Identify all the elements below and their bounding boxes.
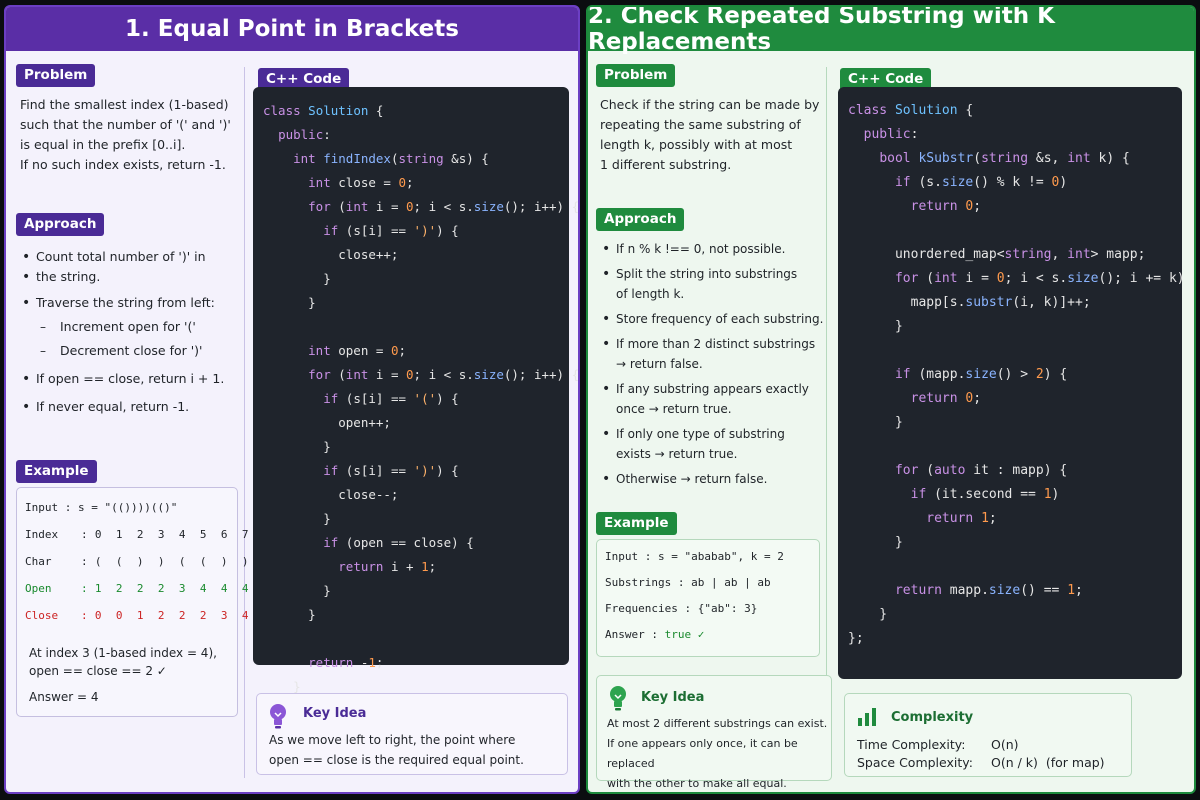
approach-item: If n % k !== 0, not possible. xyxy=(598,239,824,259)
example-cell: ) xyxy=(157,555,165,568)
approach-label: Approach xyxy=(16,213,105,236)
example-cell: 2 xyxy=(115,582,123,595)
problem-label: Problem xyxy=(16,64,96,87)
key-idea-title: Key Idea xyxy=(303,706,367,721)
example-box: Input : s = "(())))(()" Index: 01234567 … xyxy=(16,487,248,717)
example-cell: 5 xyxy=(199,528,207,541)
key-idea-box: Key Idea As we move left to right, the p… xyxy=(256,693,568,775)
approach-item: Split the string into substringsof lengt… xyxy=(598,264,824,304)
key-idea-text: At most 2 different substrings can exist… xyxy=(607,717,828,790)
example-cell: 4 xyxy=(220,582,228,595)
time-complexity-row: Time Complexity: O(n) xyxy=(857,737,1019,752)
approach-item: If open == close, return i + 1. xyxy=(18,369,242,389)
example-open-row: Open: 12223444 xyxy=(25,575,256,602)
approach-item: Otherwise → return false. xyxy=(598,469,824,489)
approach-item: the string. xyxy=(18,267,242,287)
example-cell: 1 xyxy=(94,582,102,595)
example-cell: ) xyxy=(220,555,228,568)
example-cell: ( xyxy=(178,555,186,568)
example-box: Input : s = "ababab", k = 2 Substrings :… xyxy=(596,539,820,657)
example-cell: 3 xyxy=(178,582,186,595)
space-complexity-row: Space Complexity: O(n / k) (for map) xyxy=(857,755,1105,770)
example-index-row: Index: 01234567 xyxy=(25,521,256,548)
problem-text: Find the smallest index (1-based) such t… xyxy=(20,97,231,172)
bar-chart-icon xyxy=(858,708,876,726)
example-cell: 0 xyxy=(94,609,102,622)
problem-label: Problem xyxy=(596,64,676,87)
example-label: Example xyxy=(16,460,97,483)
approach-item: If any substring appears exactlyonce → r… xyxy=(598,379,824,419)
example-cell: 1 xyxy=(136,609,144,622)
example-close-row: Close: 00122234 xyxy=(25,602,256,629)
approach-list: Count total number of ')' in the string.… xyxy=(18,247,242,417)
example-cell: ( xyxy=(94,555,102,568)
code-block: class Solution { public: int findIndex(s… xyxy=(253,87,578,718)
approach-item: If only one type of substringexists → re… xyxy=(598,424,824,464)
example-frequencies-row: Frequencies : {"ab": 3} xyxy=(605,602,758,615)
example-cell: ( xyxy=(115,555,123,568)
example-char-row: Char: (())(()) xyxy=(25,548,256,575)
approach-item: Traverse the string from left: xyxy=(18,293,242,313)
complexity-title: Complexity xyxy=(891,710,974,725)
code-lines: class Solution { public: int findIndex(s… xyxy=(263,103,580,718)
example-cell: 3 xyxy=(220,609,228,622)
example-cell: 2 xyxy=(178,609,186,622)
example-cell: 3 xyxy=(157,528,165,541)
example-answer-row: Answer : true ✓ xyxy=(605,628,705,641)
panel-title: 1. Equal Point in Brackets xyxy=(6,7,578,51)
example-cell: 6 xyxy=(220,528,228,541)
example-cell: 4 xyxy=(178,528,186,541)
example-cell: ) xyxy=(136,555,144,568)
key-idea-title: Key Idea xyxy=(641,690,705,705)
code-lines: class Solution { public: bool kSubstr(st… xyxy=(848,103,1196,646)
panel-repeated-substring: 2. Check Repeated Substring with K Repla… xyxy=(586,5,1196,794)
example-cell: 0 xyxy=(115,609,123,622)
example-cell: ( xyxy=(199,555,207,568)
complexity-box: Complexity Time Complexity: O(n) Space C… xyxy=(844,693,1132,777)
lightbulb-icon xyxy=(610,686,626,711)
approach-item: Store frequency of each substring. xyxy=(598,309,824,329)
column-divider xyxy=(826,67,827,778)
panel-title: 2. Check Repeated Substring with K Repla… xyxy=(588,7,1194,55)
approach-subitem: Decrement close for ')' xyxy=(18,341,242,361)
example-cell: 4 xyxy=(199,582,207,595)
example-note: At index 3 (1-based index = 4), open == … xyxy=(29,646,217,704)
example-cell: 2 xyxy=(199,609,207,622)
approach-list: If n % k !== 0, not possible. Split the … xyxy=(598,239,824,489)
example-cell: 2 xyxy=(157,609,165,622)
problem-text: Check if the string can be made by repea… xyxy=(600,97,820,172)
example-cell: 2 xyxy=(136,528,144,541)
example-label: Example xyxy=(596,512,677,535)
example-cell: 2 xyxy=(136,582,144,595)
approach-label: Approach xyxy=(596,208,685,231)
panel-equal-point: 1. Equal Point in Brackets Problem Find … xyxy=(4,5,580,794)
column-divider xyxy=(244,67,245,778)
example-cell: 0 xyxy=(94,528,102,541)
approach-item: If more than 2 distinct substrings→ retu… xyxy=(598,334,824,374)
example-answer: Answer = 4 xyxy=(29,690,99,704)
key-idea-box: Key Idea At most 2 different substrings … xyxy=(596,675,832,790)
code-block: class Solution { public: bool kSubstr(st… xyxy=(838,87,1194,679)
key-idea-text: As we move left to right, the point wher… xyxy=(269,733,524,767)
approach-item: Count total number of ')' in xyxy=(18,247,242,267)
example-substrings-row: Substrings : ab | ab | ab xyxy=(605,576,771,589)
example-cell: 2 xyxy=(157,582,165,595)
lightbulb-icon xyxy=(270,704,286,729)
example-input-row: Input : s = "(())))(()" xyxy=(25,501,178,514)
approach-subitem: Increment open for '(' xyxy=(18,317,242,337)
example-input-row: Input : s = "ababab", k = 2 xyxy=(605,550,784,563)
approach-item: If never equal, return -1. xyxy=(18,397,242,417)
example-cell: 1 xyxy=(115,528,123,541)
